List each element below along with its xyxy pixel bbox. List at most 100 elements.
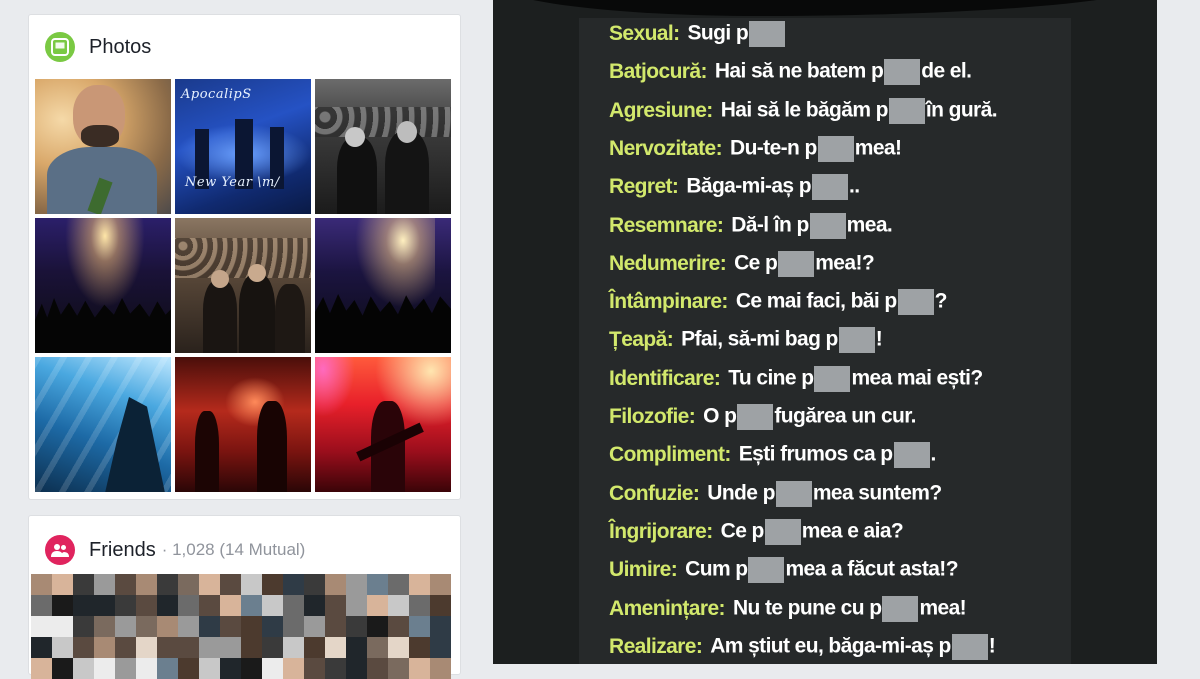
mosaic-cell	[388, 616, 409, 637]
line-text: O p fugărea un cur.	[703, 404, 917, 430]
mosaic-cell	[430, 574, 451, 595]
censor-block	[814, 365, 851, 392]
photo-red-guitarist[interactable]	[315, 357, 451, 492]
line-text: Unde p mea suntem?	[707, 480, 942, 507]
line-label: Nervozitate:	[609, 136, 723, 160]
mosaic-cell	[199, 658, 220, 679]
photos-card: Photos ApocalipS New Year \m/	[28, 14, 461, 500]
line-text: Dă-l în p mea.	[731, 212, 893, 239]
mosaic-cell	[52, 574, 73, 595]
line-text: Du-te-n p mea!	[730, 135, 902, 162]
mosaic-cell	[52, 595, 73, 616]
photo-caption-top: ApocalipS	[181, 87, 252, 102]
mosaic-cell	[73, 616, 94, 637]
mosaic-cell	[430, 616, 451, 637]
photo-band-group[interactable]	[175, 218, 311, 353]
photos-title-link[interactable]: Photos	[89, 36, 151, 59]
photo-blue-stage[interactable]	[35, 357, 171, 492]
line-text-part: mea!	[854, 136, 902, 160]
mosaic-cell	[409, 616, 430, 637]
line-text-part: Unde p	[707, 481, 775, 505]
mosaic-cell	[262, 637, 283, 658]
line-text: Ce p mea e aia?	[720, 518, 904, 545]
mosaic-cell	[178, 595, 199, 616]
line-text: Hai să ne batem p de el.	[715, 59, 972, 86]
photo-band-crowd-bw[interactable]	[315, 79, 451, 214]
mosaic-cell	[409, 658, 430, 679]
censor-block	[811, 174, 848, 201]
photo-concert-crowd-1[interactable]	[35, 218, 171, 353]
line-text-part: Tu cine p	[728, 366, 814, 390]
mosaic-cell	[136, 637, 157, 658]
mosaic-cell	[241, 616, 262, 637]
mosaic-cell	[304, 616, 325, 637]
line-text: Hai să le băgăm p în gură.	[720, 97, 998, 124]
mosaic-cell	[157, 574, 178, 595]
censor-block	[764, 518, 801, 545]
friends-grid-pixelated	[31, 574, 451, 679]
line-text-part: ?	[934, 289, 948, 313]
line-label: Regret:	[609, 175, 679, 199]
text-line: Sexual: Sugi p	[609, 16, 786, 52]
mosaic-cell	[409, 574, 430, 595]
line-label: Realizare:	[609, 634, 703, 658]
mosaic-cell	[283, 595, 304, 616]
line-label: Amenințare:	[609, 596, 726, 620]
line-text: Nu te pune cu p mea!	[733, 595, 967, 622]
mosaic-cell	[304, 658, 325, 679]
photo-apocalips-new-year[interactable]: ApocalipS New Year \m/	[175, 79, 311, 214]
mosaic-cell	[346, 637, 367, 658]
line-text-part: mea e aia?	[801, 519, 904, 543]
line-text-part: Ești frumos ca p	[738, 442, 893, 466]
friends-title-link[interactable]: Friends	[89, 539, 156, 562]
mosaic-cell	[199, 616, 220, 637]
post-image[interactable]: Sexual: Sugi p Batjocură: Hai să ne batem p…	[493, 0, 1157, 664]
line-text-part: Hai să le băgăm p	[720, 98, 889, 122]
line-label: Confuzie:	[609, 481, 700, 505]
censor-block	[737, 404, 774, 430]
mosaic-cell	[73, 595, 94, 616]
censor-block	[817, 135, 854, 162]
mosaic-cell	[94, 595, 115, 616]
mosaic-cell	[31, 616, 52, 637]
line-label: Nedumerire:	[609, 251, 727, 275]
mosaic-cell	[430, 658, 451, 679]
line-label: Filozofie:	[609, 405, 696, 428]
photo-red-stage[interactable]	[175, 357, 311, 492]
censor-block	[778, 250, 815, 277]
page-edge	[1157, 0, 1200, 664]
friends-header: Friends · 1,028 (14 Mutual)	[45, 534, 305, 566]
line-text: Tu cine p mea mai ești?	[728, 365, 983, 392]
mosaic-cell	[346, 595, 367, 616]
censor-block	[838, 327, 875, 354]
mosaic-cell	[178, 637, 199, 658]
mosaic-cell	[346, 574, 367, 595]
line-text: Pfai, să-mi bag p!	[681, 327, 883, 354]
mosaic-cell	[31, 595, 52, 616]
text-line: Amenințare: Nu te pune cu p mea!	[609, 591, 967, 627]
line-text-part: mea!?	[815, 251, 875, 275]
mosaic-cell	[262, 595, 283, 616]
mosaic-cell	[157, 658, 178, 679]
text-line: Compliment: Ești frumos ca p.	[609, 437, 936, 473]
mosaic-cell	[136, 595, 157, 616]
mosaic-cell	[115, 658, 136, 679]
mosaic-cell	[220, 595, 241, 616]
text-line: Nervozitate: Du-te-n p mea!	[609, 131, 902, 167]
text-line: Uimire: Cum p mea a făcut asta!?	[609, 552, 959, 588]
photo-concert-crowd-2[interactable]	[315, 218, 451, 353]
line-text-part: Ce p	[720, 519, 765, 543]
line-text: Ce p mea!?	[734, 250, 875, 277]
text-line: Îngrijorare: Ce p mea e aia?	[609, 514, 904, 550]
mosaic-cell	[409, 595, 430, 616]
mosaic-cell	[220, 658, 241, 679]
photo-man-portrait[interactable]	[35, 79, 171, 214]
mosaic-cell	[31, 637, 52, 658]
line-text-part: .	[930, 442, 937, 466]
line-label: Sexual:	[609, 22, 680, 45]
line-text-part: !	[875, 327, 883, 351]
mosaic-cell	[178, 574, 199, 595]
text-panel: Sexual: Sugi p Batjocură: Hai să ne batem p…	[579, 18, 1071, 664]
mosaic-cell	[73, 637, 94, 658]
mosaic-cell	[388, 637, 409, 658]
